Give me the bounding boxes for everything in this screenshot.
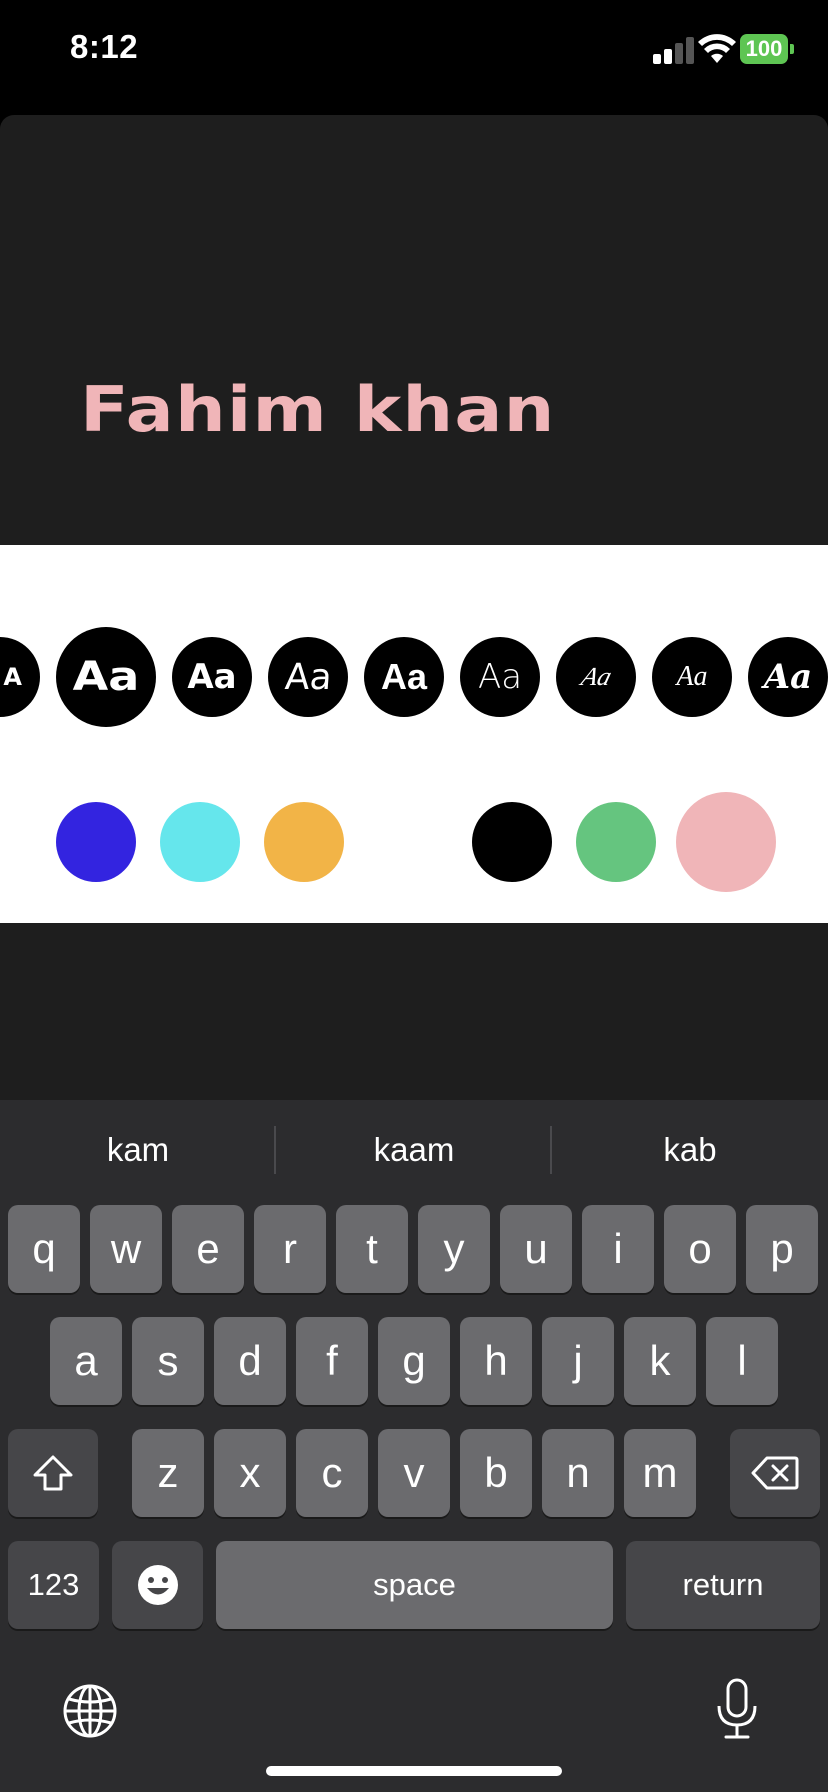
battery-icon: 100: [740, 34, 794, 64]
font-option-label: A: [3, 663, 22, 691]
key-r[interactable]: r: [254, 1205, 326, 1293]
font-option-label: Aa: [187, 657, 237, 697]
font-option-label: Aa: [72, 654, 140, 700]
key-t[interactable]: t: [336, 1205, 408, 1293]
key-f[interactable]: f: [296, 1317, 368, 1405]
font-option-label: Aa: [477, 657, 523, 697]
color-swatch-green[interactable]: [576, 802, 656, 882]
status-time: 8:12: [70, 28, 139, 65]
key-w[interactable]: w: [90, 1205, 162, 1293]
key-v[interactable]: v: [378, 1429, 450, 1517]
preview-text[interactable]: Fahim khan: [80, 373, 556, 446]
key-s[interactable]: s: [132, 1317, 204, 1405]
color-swatch-blue[interactable]: [56, 802, 136, 882]
color-swatch-pink-selected[interactable]: [676, 792, 776, 892]
style-panel: A Aa Aa Aa Aa Aa Aa Aa Aa: [0, 545, 828, 923]
key-p[interactable]: p: [746, 1205, 818, 1293]
color-swatch-orange[interactable]: [264, 802, 344, 882]
key-o[interactable]: o: [664, 1205, 736, 1293]
key-y[interactable]: y: [418, 1205, 490, 1293]
emoji-key[interactable]: [112, 1541, 203, 1629]
key-h[interactable]: h: [460, 1317, 532, 1405]
font-option-label: Aa: [380, 656, 428, 697]
font-option-label: Aa: [577, 662, 615, 691]
key-i[interactable]: i: [582, 1205, 654, 1293]
font-option[interactable]: Aa: [172, 637, 252, 717]
return-key[interactable]: return: [626, 1541, 820, 1629]
shift-key[interactable]: [8, 1429, 98, 1517]
key-d[interactable]: d: [214, 1317, 286, 1405]
font-option[interactable]: A: [0, 637, 40, 717]
key-q[interactable]: q: [8, 1205, 80, 1293]
key-n[interactable]: n: [542, 1429, 614, 1517]
emoji-icon: [137, 1565, 178, 1605]
suggestion-3[interactable]: kab: [552, 1122, 828, 1178]
key-x[interactable]: x: [214, 1429, 286, 1517]
font-option[interactable]: Aa: [748, 637, 828, 717]
wifi-icon: [698, 34, 736, 63]
suggestion-2[interactable]: kaam: [276, 1122, 552, 1178]
globe-icon[interactable]: [62, 1683, 118, 1739]
key-z[interactable]: z: [132, 1429, 204, 1517]
battery-percent: 100: [745, 36, 783, 61]
key-e[interactable]: e: [172, 1205, 244, 1293]
font-option[interactable]: Aa: [460, 637, 540, 717]
key-m[interactable]: m: [624, 1429, 696, 1517]
key-a[interactable]: a: [50, 1317, 122, 1405]
font-option[interactable]: Aa: [268, 637, 348, 717]
key-g[interactable]: g: [378, 1317, 450, 1405]
key-l[interactable]: l: [706, 1317, 778, 1405]
delete-icon: [751, 1456, 799, 1490]
color-swatch-black[interactable]: [472, 802, 552, 882]
font-option[interactable]: Aa: [556, 637, 636, 717]
key-c[interactable]: c: [296, 1429, 368, 1517]
color-swatch-cyan[interactable]: [160, 802, 240, 882]
key-u[interactable]: u: [500, 1205, 572, 1293]
suggestion-1[interactable]: kam: [0, 1122, 276, 1178]
key-j[interactable]: j: [542, 1317, 614, 1405]
shift-icon: [33, 1455, 73, 1491]
text-preview-card[interactable]: Fahim khan: [0, 115, 828, 545]
key-b[interactable]: b: [460, 1429, 532, 1517]
font-option-label: Aa: [763, 657, 813, 697]
font-option-label: Aa: [676, 661, 708, 692]
color-swatch-white[interactable]: [368, 802, 448, 882]
home-indicator: [266, 1766, 562, 1776]
font-option[interactable]: Aa: [652, 637, 732, 717]
numbers-key[interactable]: 123: [8, 1541, 99, 1629]
dark-spacer: [0, 923, 828, 1100]
key-k[interactable]: k: [624, 1317, 696, 1405]
space-key[interactable]: space: [216, 1541, 613, 1629]
cellular-signal-icon: [653, 36, 697, 64]
microphone-icon[interactable]: [714, 1678, 760, 1740]
status-bar: 8:12 100: [0, 0, 828, 110]
font-option-selected[interactable]: Aa: [56, 627, 156, 727]
delete-key[interactable]: [730, 1429, 820, 1517]
font-option[interactable]: Aa: [364, 637, 444, 717]
font-option-label: Aa: [283, 656, 333, 698]
